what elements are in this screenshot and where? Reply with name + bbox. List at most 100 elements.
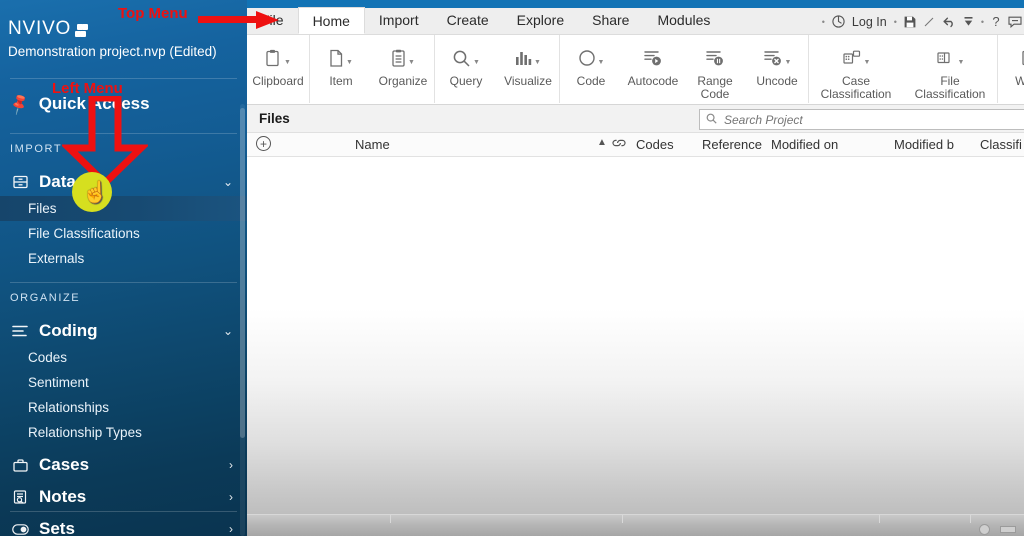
file-classification-icon: ▼ xyxy=(936,45,964,71)
separator-dot-icon: • xyxy=(893,16,897,27)
sidebar-group-notes-label: Notes xyxy=(39,487,87,506)
nvivo-logo-dots-icon xyxy=(75,23,89,37)
tab-explore[interactable]: Explore xyxy=(503,7,578,34)
bar-chart-icon: ▼ xyxy=(515,45,541,71)
tab-share[interactable]: Share xyxy=(578,7,643,34)
status-bar-rect-indicator[interactable] xyxy=(1000,526,1016,533)
toggle-icon xyxy=(10,523,30,535)
tab-home[interactable]: Home xyxy=(297,7,365,34)
sidebar-group-data-label: Data xyxy=(39,172,76,191)
sidebar-item-codes[interactable]: Codes xyxy=(0,345,247,370)
case-classification-button[interactable]: ▼ Case Classification xyxy=(809,39,903,103)
expand-plus-icon[interactable]: + xyxy=(256,136,271,151)
tab-create[interactable]: Create xyxy=(433,7,503,34)
nvivo-logo-text: NVIVO xyxy=(8,18,72,39)
database-icon xyxy=(10,175,30,189)
range-code-icon xyxy=(705,45,725,71)
search-input[interactable] xyxy=(724,112,1022,127)
sidebar-item-files[interactable]: Files xyxy=(0,196,247,221)
file-list-body[interactable] xyxy=(247,157,1024,517)
case-classification-icon: ▼ xyxy=(842,45,870,71)
column-header-classification[interactable]: Classifi xyxy=(980,137,1022,152)
separator-dot-icon: • xyxy=(980,16,984,27)
sidebar-item-sentiment-label: Sentiment xyxy=(28,375,89,390)
nvivo-logo: NVIVO xyxy=(8,18,89,40)
briefcase-icon xyxy=(10,458,30,472)
autocode-label: Autocode xyxy=(627,74,679,88)
tab-import[interactable]: Import xyxy=(365,7,433,34)
tab-modules[interactable]: Modules xyxy=(643,7,724,34)
sidebar-item-file-classifications[interactable]: File Classifications xyxy=(0,221,247,246)
sidebar-item-relationships[interactable]: Relationships xyxy=(0,395,247,420)
tab-file[interactable]: File xyxy=(247,7,298,34)
sidebar-scrollbar-thumb[interactable] xyxy=(240,108,245,438)
quick-access-label: Quick Access xyxy=(38,94,150,113)
range-code-label: Range Code xyxy=(697,74,733,101)
clipboard-button[interactable]: ▼ Clipboard xyxy=(247,39,309,103)
clipboard-icon: ▼ xyxy=(265,45,291,71)
autocode-icon xyxy=(643,45,663,71)
sidebar-group-data[interactable]: Data ⌄ xyxy=(0,165,247,199)
help-icon[interactable]: ? xyxy=(991,12,1001,32)
visualize-button[interactable]: ▼ Visualize xyxy=(497,39,559,103)
chevron-right-icon: › xyxy=(229,490,233,504)
search-project-box[interactable] xyxy=(699,109,1024,130)
ribbon-group-clipboard: ▼ Clipboard xyxy=(247,35,310,103)
range-code-button[interactable]: Range Code xyxy=(684,39,746,103)
sidebar-group-sets[interactable]: Sets › xyxy=(0,512,247,536)
sidebar-item-sentiment[interactable]: Sentiment xyxy=(0,370,247,395)
sidebar-group-cases[interactable]: Cases › xyxy=(0,448,247,482)
sort-ascending-icon[interactable]: ▲ xyxy=(597,137,607,148)
globe-icon[interactable] xyxy=(832,12,845,32)
status-bar-separator xyxy=(879,515,880,523)
autocode-button[interactable]: Autocode xyxy=(622,39,684,103)
sidebar-group-cases-label: Cases xyxy=(39,455,90,474)
ribbon-group-coding: ▼ Code Autocode Range Code ▼ Uncode xyxy=(560,35,809,103)
sidebar-item-relationships-label: Relationships xyxy=(28,400,110,415)
sidebar-group-coding[interactable]: Coding ⌄ xyxy=(0,314,247,348)
save-icon[interactable] xyxy=(904,12,916,32)
login-label[interactable]: Log In xyxy=(852,15,887,29)
case-classification-label: Case Classification xyxy=(820,74,892,101)
item-button[interactable]: ▼ Item xyxy=(310,39,372,103)
query-button[interactable]: ▼ Query xyxy=(435,39,497,103)
file-classification-button[interactable]: ▼ File Classification xyxy=(903,39,997,103)
status-bar-circle-indicator[interactable] xyxy=(979,524,990,535)
sidebar-item-relationship-types[interactable]: Relationship Types xyxy=(0,420,247,445)
sidebar-item-externals-label: Externals xyxy=(28,251,85,266)
ribbon-group-explore: ▼ Query ▼ Visualize xyxy=(435,35,560,103)
chevron-right-icon: › xyxy=(229,458,233,472)
ribbon-group-workspace: Work xyxy=(998,35,1024,103)
uncode-icon: ▼ xyxy=(763,45,791,71)
sidebar-item-quick-access[interactable]: 📌 Quick Access xyxy=(7,92,150,116)
code-button[interactable]: ▼ Code xyxy=(560,39,622,103)
main-window: File Home Import Create Explore Share Mo… xyxy=(247,0,1024,536)
magnifier-icon: ▼ xyxy=(452,45,480,71)
column-header-modified-on[interactable]: Modified on xyxy=(771,137,838,152)
sidebar-group-notes[interactable]: Notes › xyxy=(0,480,247,514)
uncode-button[interactable]: ▼ Uncode xyxy=(746,39,808,103)
search-icon xyxy=(706,113,717,127)
list-lines-icon xyxy=(10,325,30,337)
ribbon-group-classification: ▼ Case Classification ▼ File Classificat… xyxy=(809,35,998,103)
link-icon[interactable] xyxy=(612,137,626,152)
sidebar-item-externals[interactable]: Externals xyxy=(0,246,247,271)
organize-label: Organize xyxy=(378,74,428,88)
column-header-codes[interactable]: Codes xyxy=(636,137,674,152)
organize-button[interactable]: ▼ Organize xyxy=(372,39,434,103)
comment-icon[interactable] xyxy=(1008,12,1022,32)
left-navigation-sidebar: NVIVO Demonstration project.nvp (Edited)… xyxy=(0,0,247,536)
column-header-name[interactable]: Name xyxy=(355,137,390,152)
clipboard-label: Clipboard xyxy=(252,74,304,88)
file-classification-label: File Classification xyxy=(914,74,986,101)
code-label: Code xyxy=(576,74,606,88)
undo-icon[interactable] xyxy=(942,12,956,32)
document-icon: ▼ xyxy=(329,45,353,71)
workspace-button[interactable]: Work xyxy=(998,39,1024,103)
circle-icon: ▼ xyxy=(578,45,604,71)
column-header-modified-by[interactable]: Modified b xyxy=(894,137,954,152)
pencil-icon[interactable] xyxy=(923,12,935,32)
column-header-reference[interactable]: Reference xyxy=(702,137,762,152)
dropdown-icon[interactable] xyxy=(963,12,974,32)
status-bar-separator xyxy=(622,515,623,523)
